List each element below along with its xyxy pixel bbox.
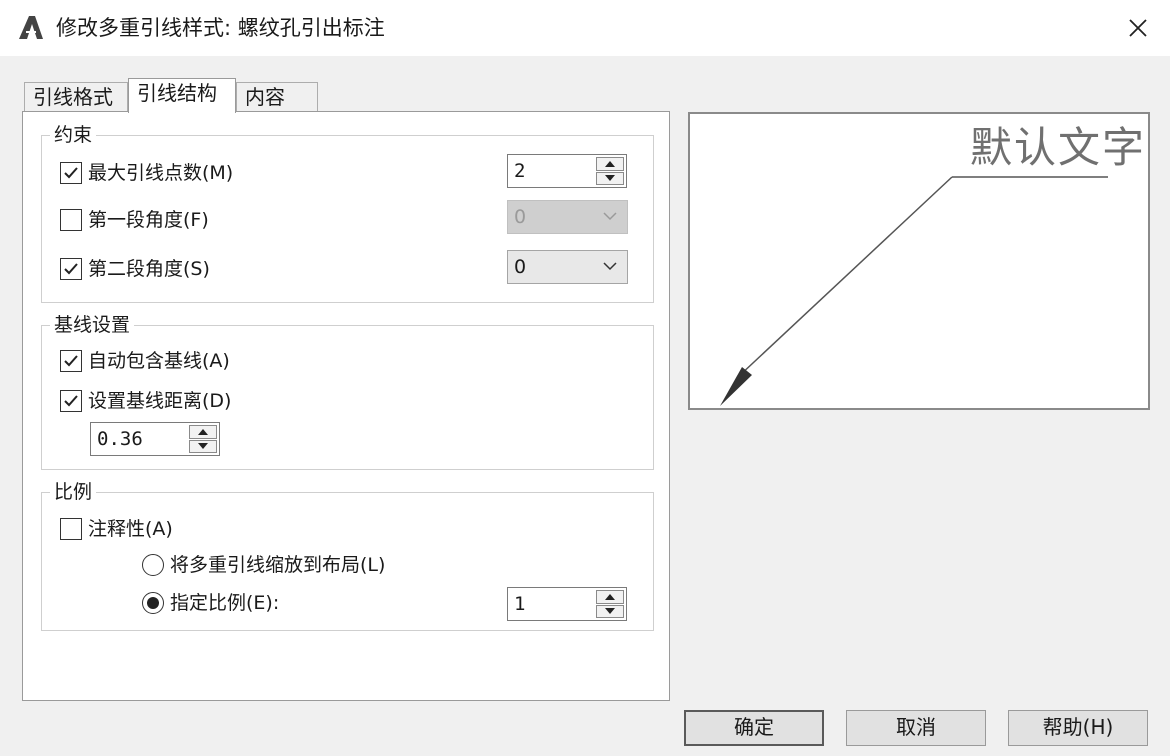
first-angle-row: 第一段角度(F) (60, 208, 209, 232)
leader-preview: 默认文字 (688, 112, 1150, 410)
chevron-down-icon (603, 262, 617, 271)
triangle-down-icon (605, 608, 615, 615)
arrowhead-icon (720, 367, 752, 406)
window-title: 修改多重引线样式: 螺纹孔引出标注 (56, 16, 385, 40)
first-angle-checkbox[interactable] (60, 209, 82, 231)
max-points-row: 最大引线点数(M) (60, 161, 233, 185)
constraints-group: 约束 最大引线点数(M) 2 第一段角度(F) 0 第二段角度(S) 0 (41, 124, 654, 303)
landing-settings-group: 基线设置 自动包含基线(A) 设置基线距离(D) 0.36 (41, 314, 654, 470)
first-angle-select: 0 (507, 200, 628, 234)
radio-selected-dot (147, 597, 159, 609)
spin-down-button[interactable] (596, 604, 624, 618)
check-icon (64, 263, 78, 275)
cancel-button[interactable]: 取消 (846, 710, 986, 746)
annotative-checkbox[interactable] (60, 518, 82, 540)
spin-down-button[interactable] (596, 171, 624, 185)
help-button[interactable]: 帮助(H) (1008, 710, 1148, 746)
max-points-label: 最大引线点数(M) (88, 162, 234, 184)
scale-value[interactable]: 1 (514, 592, 525, 616)
landing-distance-spinner[interactable]: 0.36 (90, 422, 220, 456)
second-angle-row: 第二段角度(S) (60, 257, 210, 281)
spin-up-button[interactable] (189, 425, 217, 439)
scale-group: 比例 注释性(A) 将多重引线缩放到布局(L) 指定比例(E): 1 (41, 481, 654, 631)
constraints-group-title: 约束 (50, 124, 97, 146)
tab-leader-structure[interactable]: 引线结构 (128, 78, 236, 113)
preview-default-text: 默认文字 (970, 123, 1147, 172)
tab-leader-format[interactable]: 引线格式 (24, 82, 128, 112)
landing-group-title: 基线设置 (50, 314, 135, 336)
landing-distance-value[interactable]: 0.36 (97, 427, 143, 451)
scale-value-spinner[interactable]: 1 (507, 587, 627, 621)
check-icon (64, 395, 78, 407)
set-distance-label: 设置基线距离(D) (88, 390, 232, 412)
auto-include-row: 自动包含基线(A) (60, 349, 230, 373)
spin-up-button[interactable] (596, 590, 624, 604)
scale-to-layout-row: 将多重引线缩放到布局(L) (142, 553, 385, 577)
close-button[interactable] (1118, 8, 1158, 48)
set-distance-checkbox[interactable] (60, 390, 82, 412)
title-bar: 修改多重引线样式: 螺纹孔引出标注 (0, 0, 1170, 56)
scale-group-title: 比例 (50, 481, 97, 503)
annotative-row: 注释性(A) (60, 517, 173, 541)
scale-to-layout-radio[interactable] (142, 554, 164, 576)
ok-button[interactable]: 确定 (684, 710, 824, 746)
tab-content[interactable]: 内容 (236, 82, 318, 112)
triangle-up-icon (198, 428, 208, 435)
autocad-logo-icon (19, 16, 43, 39)
first-angle-label: 第一段角度(F) (88, 209, 209, 231)
specify-scale-radio[interactable] (142, 592, 164, 614)
auto-include-checkbox[interactable] (60, 350, 82, 372)
second-angle-value: 0 (514, 256, 527, 278)
triangle-up-icon (605, 593, 615, 600)
auto-include-label: 自动包含基线(A) (88, 350, 230, 372)
first-angle-value: 0 (514, 206, 527, 228)
specify-scale-row: 指定比例(E): (142, 591, 279, 615)
triangle-down-icon (605, 175, 615, 182)
annotative-label: 注释性(A) (88, 518, 173, 540)
chevron-down-icon (603, 212, 617, 221)
close-icon (1129, 19, 1147, 37)
scale-to-layout-label: 将多重引线缩放到布局(L) (170, 554, 386, 576)
max-points-checkbox[interactable] (60, 162, 82, 184)
specify-scale-label: 指定比例(E): (170, 592, 280, 614)
tab-panel: 约束 最大引线点数(M) 2 第一段角度(F) 0 第二段角度(S) 0 基线设… (22, 111, 670, 701)
triangle-down-icon (198, 443, 208, 450)
triangle-up-icon (605, 160, 615, 167)
second-angle-label: 第二段角度(S) (88, 258, 210, 280)
check-icon (64, 167, 78, 179)
second-angle-checkbox[interactable] (60, 258, 82, 280)
spin-down-button[interactable] (189, 439, 217, 453)
max-points-value[interactable]: 2 (514, 159, 525, 183)
second-angle-select[interactable]: 0 (507, 250, 628, 284)
check-icon (64, 355, 78, 367)
spin-up-button[interactable] (596, 157, 624, 171)
set-distance-row: 设置基线距离(D) (60, 389, 231, 413)
max-points-spinner[interactable]: 2 (507, 154, 627, 188)
